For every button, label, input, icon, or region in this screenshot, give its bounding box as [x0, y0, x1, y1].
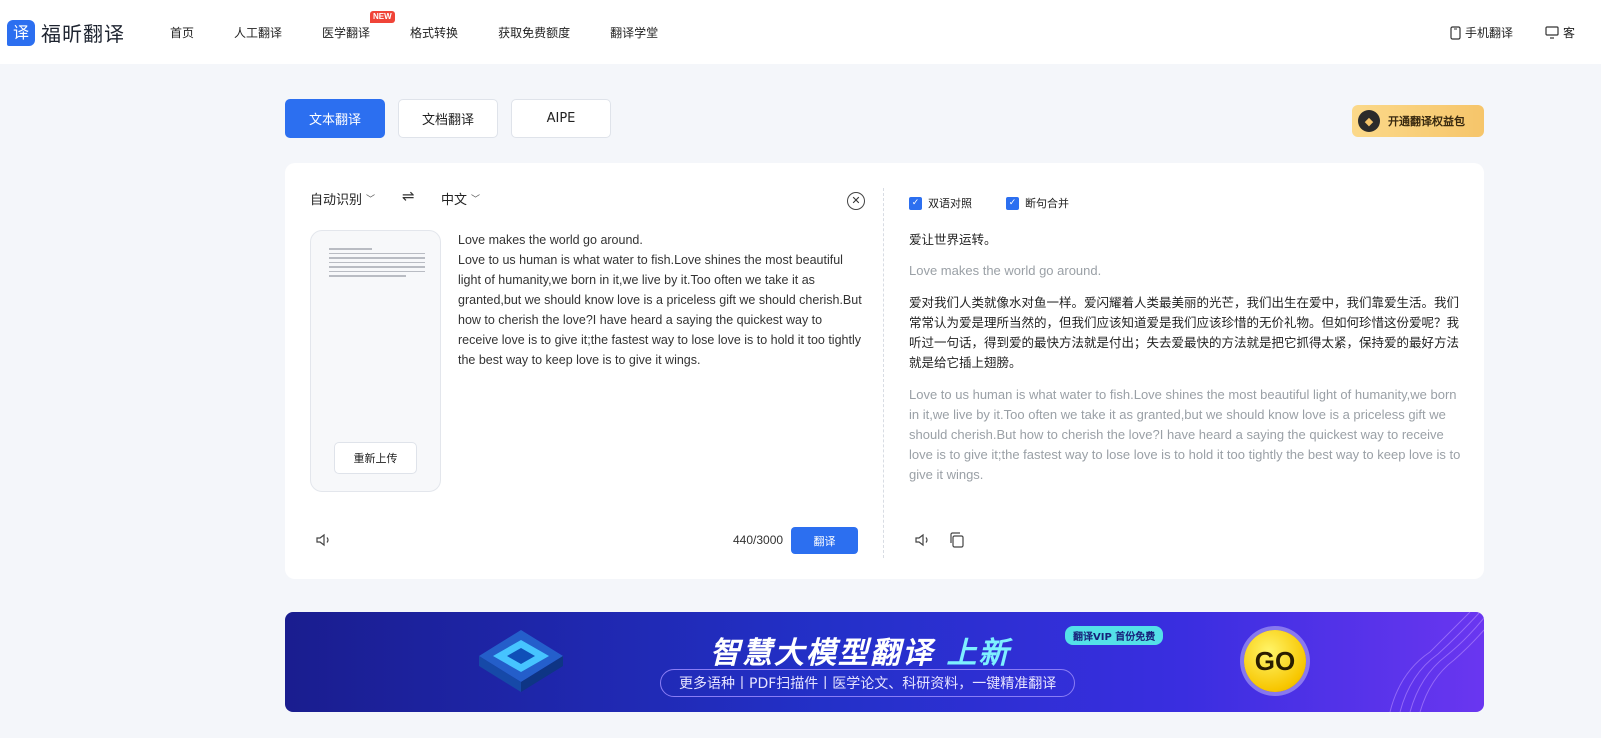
thumbnail-preview [329, 248, 425, 280]
mobile-translation-link[interactable]: 手机翻译 [1450, 24, 1513, 41]
banner-title: 智慧大模型翻译 上新 [710, 628, 1010, 672]
banner-subtitle: 更多语种丨PDF扫描件丨医学论文、科研资料，一键精准翻译 [660, 669, 1076, 697]
uploaded-image-thumbnail: 重新上传 [310, 230, 441, 492]
client-link[interactable]: 客 [1545, 24, 1575, 41]
phone-icon [1450, 25, 1461, 40]
source-text-area[interactable]: Love makes the world go around. Love to … [458, 230, 863, 370]
go-button[interactable]: GO [1244, 630, 1306, 692]
target-language-label: 中文 [441, 193, 468, 208]
swap-languages-icon[interactable]: ⇌ [402, 187, 415, 205]
vip-package-label: 开通翻译权益包 [1388, 115, 1465, 128]
clear-icon[interactable]: ✕ [847, 192, 865, 210]
copy-icon[interactable] [948, 531, 966, 549]
character-counter: 440/3000 [733, 533, 784, 547]
reupload-button[interactable]: 重新上传 [334, 442, 417, 474]
sentence-merge-checkbox[interactable]: ✓ 断句合并 [1006, 195, 1069, 211]
main-nav: 首页 人工翻译 医学翻译 NEW 格式转换 获取免费额度 翻译学堂 [170, 11, 658, 41]
tab-text-translation[interactable]: 文本翻译 [285, 99, 385, 138]
panel-divider [883, 188, 884, 558]
translation-card: 自动识别 ﹀ ⇌ 中文 ﹀ ✕ 重新上传 Love makes the worl… [285, 163, 1484, 579]
tab-document-translation[interactable]: 文档翻译 [398, 99, 498, 138]
original-en-1: Love makes the world go around. [909, 263, 1102, 278]
nav-item-human-translation[interactable]: 人工翻译 [234, 24, 282, 41]
logo-icon: 译 [7, 19, 35, 46]
nav-item-free-quota[interactable]: 获取免费额度 [498, 24, 570, 41]
nav-item-format-conversion[interactable]: 格式转换 [410, 24, 458, 41]
source-language-select[interactable]: 自动识别 ﹀ [310, 189, 375, 208]
check-icon: ✓ [909, 196, 922, 210]
translation-zh-2: 爱对我们人类就像水对鱼一样。爱闪耀着人类最美丽的光芒，我们出生在爱中，我们靠爱生… [909, 295, 1460, 370]
new-badge: NEW [370, 11, 395, 23]
top-navbar: 译 福昕翻译 首页 人工翻译 医学翻译 NEW 格式转换 获取免费额度 翻译学堂… [0, 0, 1601, 64]
client-label: 客 [1563, 26, 1576, 40]
source-line-1: Love makes the world go around. [458, 233, 643, 247]
vip-package-button[interactable]: ◆ 开通翻译权益包 [1352, 105, 1484, 137]
bilingual-checkbox[interactable]: ✓ 双语对照 [909, 195, 972, 211]
original-en-2: Love to us human is what water to fish.L… [909, 387, 1461, 482]
chevron-down-icon: ﹀ [471, 195, 481, 205]
banner-tag: 翻译VIP 首份免费 [1065, 626, 1164, 645]
promo-banner[interactable]: 智慧大模型翻译 上新 翻译VIP 首份免费 更多语种丨PDF扫描件丨医学论文、科… [285, 612, 1484, 712]
diamond-icon: ◆ [1358, 110, 1380, 132]
source-language-label: 自动识别 [310, 193, 363, 208]
wave-decoration [1389, 612, 1484, 712]
nav-item-medical-translation[interactable]: 医学翻译 NEW [322, 11, 395, 41]
speaker-icon[interactable] [913, 531, 931, 549]
nav-item-academy[interactable]: 翻译学堂 [610, 24, 658, 41]
banner-title-main: 智慧大模型翻译 [710, 636, 947, 671]
mobile-translation-label: 手机翻译 [1465, 26, 1514, 40]
nav-item-home[interactable]: 首页 [170, 24, 194, 41]
source-line-2: Love to us human is what water to fish.L… [458, 253, 862, 367]
translation-zh-1: 爱让世界运转。 [909, 232, 997, 247]
speaker-icon[interactable] [314, 531, 332, 549]
chip-illustration [479, 630, 563, 692]
sentence-merge-label: 断句合并 [1025, 197, 1069, 210]
banner-title-highlight: 上新 [946, 636, 1011, 671]
logo[interactable]: 译 福昕翻译 [7, 18, 125, 47]
nav-item-label: 医学翻译 [322, 26, 371, 40]
bilingual-label: 双语对照 [928, 197, 972, 210]
chevron-down-icon: ﹀ [366, 195, 376, 205]
monitor-icon [1545, 26, 1559, 39]
check-icon: ✓ [1006, 196, 1019, 210]
target-language-select[interactable]: 中文 ﹀ [441, 189, 480, 208]
tab-aipe[interactable]: AIPE [511, 99, 611, 138]
brand-name: 福昕翻译 [41, 22, 125, 46]
translate-button[interactable]: 翻译 [791, 527, 858, 554]
